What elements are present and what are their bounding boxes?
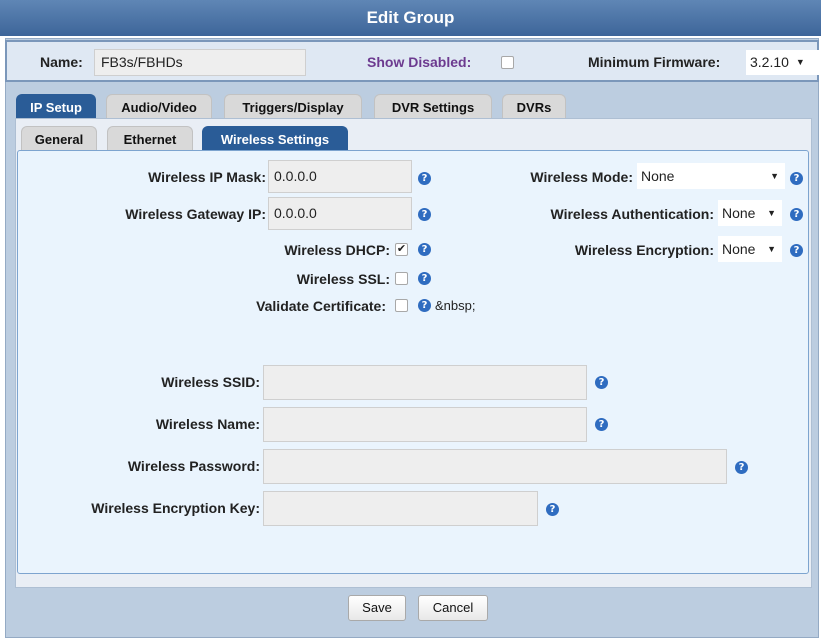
wireless-gateway-ip-label: Wireless Gateway IP: xyxy=(125,206,266,222)
wireless-authentication-label: Wireless Authentication: xyxy=(550,206,715,222)
help-icon[interactable]: ? xyxy=(418,299,431,312)
tab-dvr-settings[interactable]: DVR Settings xyxy=(374,94,492,119)
wireless-authentication-value: None xyxy=(722,205,756,221)
help-icon[interactable]: ? xyxy=(790,208,803,221)
subtab-general[interactable]: General xyxy=(21,126,97,151)
wireless-encryption-value: None xyxy=(722,241,756,257)
group-name-input[interactable]: FB3s/FBHDs xyxy=(94,49,306,76)
tab-dvrs[interactable]: DVRs xyxy=(502,94,566,119)
wireless-mode-label: Wireless Mode: xyxy=(530,169,633,185)
help-icon[interactable]: ? xyxy=(595,376,608,389)
minimum-firmware-label: Minimum Firmware: xyxy=(588,54,721,70)
chevron-down-icon: ▼ xyxy=(767,208,776,218)
save-button[interactable]: Save xyxy=(348,595,406,621)
wireless-dhcp-checkbox[interactable]: ✔ xyxy=(395,243,408,256)
wireless-ssid-input[interactable] xyxy=(263,365,587,400)
group-header-bar: Name: FB3s/FBHDs Show Disabled: Minimum … xyxy=(5,40,820,82)
chevron-down-icon: ▼ xyxy=(770,171,779,181)
help-icon[interactable]: ? xyxy=(418,272,431,285)
wireless-ip-mask-label: Wireless IP Mask: xyxy=(148,169,266,185)
wireless-gateway-ip-input[interactable]: 0.0.0.0 xyxy=(268,197,412,230)
wireless-ssl-checkbox[interactable] xyxy=(395,272,408,285)
wireless-ip-mask-input[interactable]: 0.0.0.0 xyxy=(268,160,412,193)
help-icon[interactable]: ? xyxy=(790,172,803,185)
help-icon[interactable]: ? xyxy=(418,208,431,221)
wireless-dhcp-label: Wireless DHCP: xyxy=(284,242,390,258)
chevron-down-icon: ▼ xyxy=(767,244,776,254)
cancel-button[interactable]: Cancel xyxy=(418,595,488,621)
name-label: Name: xyxy=(40,54,83,70)
wireless-ssl-label: Wireless SSL: xyxy=(296,271,390,287)
help-icon[interactable]: ? xyxy=(735,461,748,474)
wireless-authentication-select[interactable]: None ▼ xyxy=(718,200,782,226)
tab-audio-video[interactable]: Audio/Video xyxy=(106,94,212,119)
validate-certificate-checkbox[interactable] xyxy=(395,299,408,312)
minimum-firmware-value: 3.2.10 xyxy=(750,54,789,70)
wireless-password-label: Wireless Password: xyxy=(127,458,260,474)
nbsp-literal-text: &nbsp; xyxy=(435,298,476,313)
minimum-firmware-select[interactable]: 3.2.10 ▼ xyxy=(746,50,820,75)
subtab-wireless-settings[interactable]: Wireless Settings xyxy=(202,126,348,151)
wireless-encryption-label: Wireless Encryption: xyxy=(574,242,714,258)
tab-triggers-display[interactable]: Triggers/Display xyxy=(224,94,362,119)
validate-certificate-label: Validate Certificate: xyxy=(256,298,386,314)
wireless-encryption-key-input[interactable] xyxy=(263,491,538,526)
wireless-encryption-select[interactable]: None ▼ xyxy=(718,236,782,262)
show-disabled-checkbox[interactable] xyxy=(501,56,514,69)
chevron-down-icon: ▼ xyxy=(795,57,805,67)
subtab-ethernet[interactable]: Ethernet xyxy=(107,126,193,151)
tab-ip-setup[interactable]: IP Setup xyxy=(16,94,96,119)
help-icon[interactable]: ? xyxy=(546,503,559,516)
show-disabled-label: Show Disabled: xyxy=(367,54,472,70)
wireless-mode-select[interactable]: None ▼ xyxy=(637,163,785,189)
help-icon[interactable]: ? xyxy=(418,243,431,256)
help-icon[interactable]: ? xyxy=(595,418,608,431)
wireless-password-input[interactable] xyxy=(263,449,727,484)
wireless-encryption-key-label: Wireless Encryption Key: xyxy=(91,500,260,516)
wireless-mode-value: None xyxy=(641,168,675,184)
dialog-title: Edit Group xyxy=(0,0,821,36)
wireless-name-label: Wireless Name: xyxy=(155,416,260,432)
wireless-ssid-label: Wireless SSID: xyxy=(161,374,260,390)
help-icon[interactable]: ? xyxy=(418,172,431,185)
wireless-name-input[interactable] xyxy=(263,407,587,442)
help-icon[interactable]: ? xyxy=(790,244,803,257)
